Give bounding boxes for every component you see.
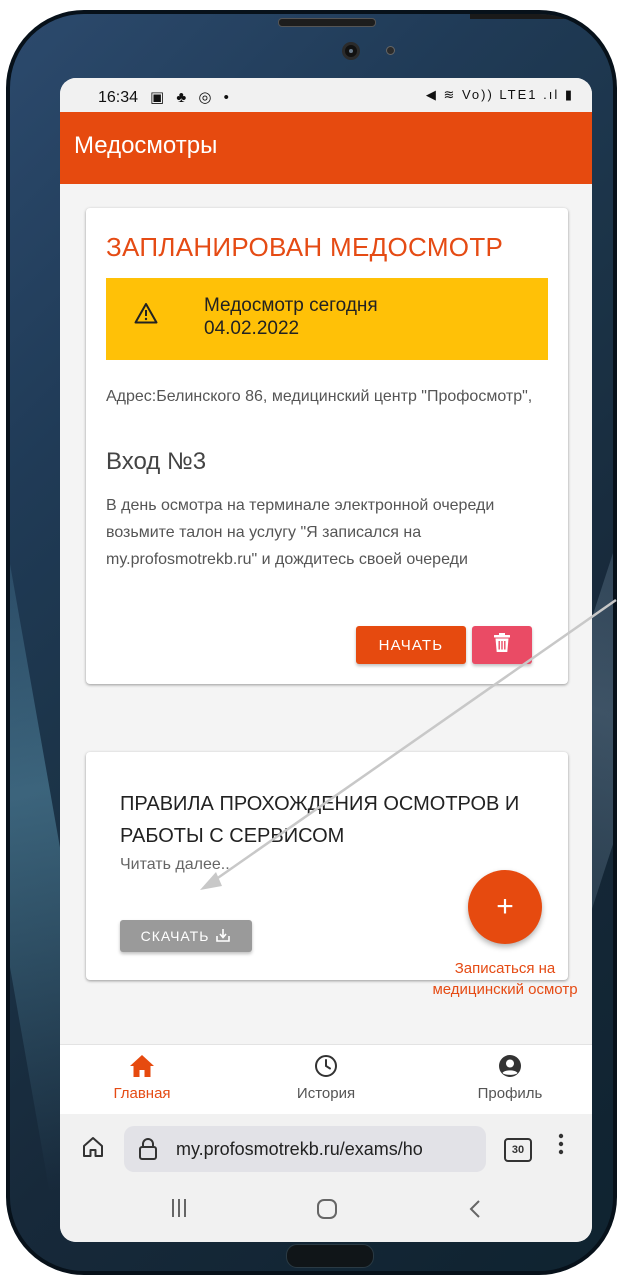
recents-icon[interactable]	[170, 1198, 188, 1224]
nav-item-profile[interactable]: Профиль	[450, 1053, 570, 1102]
url-text: my.profosmotrekb.ru/exams/ho	[176, 1139, 423, 1159]
power-button	[470, 14, 570, 19]
home-icon	[82, 1053, 202, 1079]
alert-line-1: Медосмотр сегодня	[204, 295, 378, 316]
nav-label-history: История	[296, 1085, 356, 1102]
exam-today-alert: Медосмотр сегодня 04.02.2022	[106, 278, 548, 360]
screen: 16:34 ▣ ♣ ◎ • ◀︎ ≋ Vo)) LTE1 .ıl ▮ Медос…	[60, 78, 592, 1242]
nav-item-home[interactable]: Главная	[82, 1053, 202, 1102]
browser-menu-icon[interactable]	[558, 1132, 564, 1156]
download-button[interactable]: СКАЧАТЬ	[120, 920, 252, 952]
rules-card: ПРАВИЛА ПРОХОЖДЕНИЯ ОСМОТРОВ И РАБОТЫ С …	[86, 752, 568, 980]
exam-card-title: ЗАПЛАНИРОВАН МЕДОСМОТР	[106, 232, 504, 262]
alert-date: 04.02.2022	[204, 318, 300, 339]
proximity-sensor	[386, 46, 395, 55]
address-bar[interactable]: my.profosmotrekb.ru/exams/ho	[124, 1126, 486, 1172]
trash-icon	[494, 632, 510, 658]
entrance-number: Вход №3	[106, 448, 207, 475]
front-camera	[342, 42, 360, 60]
status-time: 16:34	[98, 89, 139, 106]
rules-title: ПРАВИЛА ПРОХОЖДЕНИЯ ОСМОТРОВ И РАБОТЫ С …	[120, 793, 520, 847]
signal-battery-icons: ◀︎ ≋ Vo)) LTE1 .ıl ▮	[425, 87, 574, 102]
nav-label-profile: Профиль	[477, 1085, 543, 1102]
account-icon	[450, 1053, 570, 1079]
exam-instructions: В день осмотра на терминале электронной …	[106, 497, 495, 568]
scheduled-exam-card: ЗАПЛАНИРОВАН МЕДОСМОТР Медосмотр сегодня…	[86, 208, 568, 684]
read-more-link[interactable]: Читать далее...	[120, 856, 234, 874]
notification-icons: ▣ ♣ ◎ •	[150, 89, 233, 106]
clock-icon	[266, 1053, 386, 1079]
hardware-home-bar	[286, 1244, 374, 1268]
lock-icon	[138, 1137, 158, 1166]
download-icon	[215, 927, 231, 946]
app-bar: Медосмотры	[60, 112, 592, 184]
exam-address: Адрес:Белинского 86, медицинский центр "…	[106, 388, 533, 405]
browser-home-icon[interactable]	[82, 1136, 104, 1163]
alert-text: Медосмотр сегодня 04.02.2022	[204, 294, 504, 340]
browser-toolbar: my.profosmotrekb.ru/exams/ho 30	[60, 1114, 592, 1180]
back-icon[interactable]	[468, 1198, 482, 1226]
phone-frame: 16:34 ▣ ♣ ◎ • ◀︎ ≋ Vo)) LTE1 .ıl ▮ Медос…	[6, 10, 617, 1275]
earpiece-speaker	[278, 18, 376, 27]
bottom-nav: Главная История Профиль	[60, 1044, 592, 1115]
status-bar: 16:34 ▣ ♣ ◎ • ◀︎ ≋ Vo)) LTE1 .ıl ▮	[60, 78, 592, 112]
delete-button[interactable]	[472, 626, 532, 664]
start-button[interactable]: НАЧАТЬ	[356, 626, 466, 664]
warning-icon	[134, 302, 158, 330]
home-nav-icon[interactable]	[316, 1198, 338, 1226]
app-title: Медосмотры	[74, 132, 218, 159]
download-label: СКАЧАТЬ	[140, 928, 210, 944]
system-navigation-bar	[60, 1180, 592, 1242]
nav-item-history[interactable]: История	[266, 1053, 386, 1102]
nav-label-home: Главная	[113, 1085, 171, 1102]
add-exam-fab[interactable]: +	[468, 870, 542, 944]
fab-label[interactable]: Записаться на медицинский осмотр	[430, 958, 580, 1000]
tabs-count-button[interactable]: 30	[504, 1138, 532, 1162]
